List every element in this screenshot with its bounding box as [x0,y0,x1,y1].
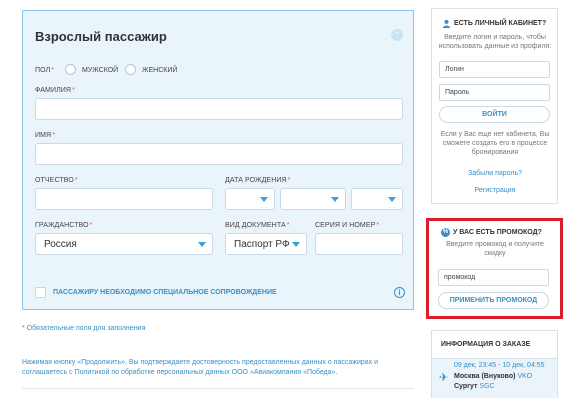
citizenship-select[interactable]: Россия [35,233,213,255]
birthdate-label: ДАТА РОЖДЕНИЯ* [225,177,291,184]
plane-icon: ✈ [439,372,449,384]
chevron-down-icon [331,197,339,202]
middlename-input[interactable] [35,188,213,210]
gender-female-label: ЖЕНСКИЙ [142,67,178,74]
chevron-down-icon [388,197,396,202]
doc-type-select[interactable]: Паспорт РФ [225,233,307,255]
promo-title: У ВАС ЕСТЬ ПРОМОКОД? [453,229,542,236]
login-input[interactable]: Логин [439,61,550,78]
collapse-icon[interactable]: ⌃ [391,29,403,41]
required-note: * Обязательные поля для заполнения [22,325,146,332]
promo-input[interactable]: промокод [438,269,549,286]
info-icon[interactable]: i [394,287,405,298]
gender-male-label: МУЖСКОЙ [82,67,119,74]
flight-dates: 09 дек, 23:45 - 10 дек, 04:55 [454,362,545,369]
login-title: ЕСТЬ ЛИЧНЫЙ КАБИНЕТ? [454,20,547,27]
doc-type-value: Паспорт РФ [234,239,290,250]
consent-text: Нажимая кнопку «Продолжить», Вы подтверж… [22,359,379,376]
doc-type-label: ВИД ДОКУМЕНТА* [225,222,290,229]
flight-origin: Москва (Внуково) VKO [454,373,533,380]
birth-month-select[interactable] [280,188,346,210]
order-body: ✈ 09 дек, 23:45 - 10 дек, 04:55 Москва (… [432,359,557,398]
promo-hint: Введите промокод и получите скидку [446,241,544,257]
chevron-down-icon [260,197,268,202]
order-title: ИНФОРМАЦИЯ О ЗАКАЗЕ [441,341,531,348]
order-info-card: ИНФОРМАЦИЯ О ЗАКАЗЕ ✈ 09 дек, 23:45 - 10… [431,330,558,398]
lastname-label: ФАМИЛИЯ* [35,87,75,94]
divider [22,388,414,389]
flight-destination: Сургут SGC [454,383,495,390]
chevron-down-icon [292,242,300,247]
passenger-title: Взрослый пассажир [35,29,167,44]
birth-year-select[interactable] [351,188,403,210]
gender-female-radio[interactable] [125,64,136,75]
order-header: ИНФОРМАЦИЯ О ЗАКАЗЕ [432,331,557,359]
escort-label[interactable]: ПАССАЖИРУ НЕОБХОДИМО СПЕЦИАЛЬНОЕ СОПРОВО… [53,289,277,296]
register-link[interactable]: Регистрация [436,187,554,194]
login-button[interactable]: ВОЙТИ [439,106,550,123]
firstname-input[interactable] [35,143,403,165]
forgot-password-link[interactable]: Забыли пароль? [436,170,554,177]
middlename-label: ОТЧЕСТВО* [35,177,78,184]
chevron-down-icon [198,242,206,247]
escort-checkbox[interactable] [35,287,46,298]
lastname-input[interactable] [35,98,403,120]
user-icon [442,19,451,28]
apply-promo-button[interactable]: ПРИМЕНИТЬ ПРОМОКОД [438,292,549,309]
promo-card: % У ВАС ЕСТЬ ПРОМОКОД? Введите промокод … [431,222,558,315]
adult-passenger-form: Взрослый пассажир ⌃ ПОЛ* МУЖСКОЙ ЖЕНСКИЙ… [22,10,414,310]
citizenship-value: Россия [44,239,77,250]
gender-male-radio[interactable] [65,64,76,75]
login-card: ЕСТЬ ЛИЧНЫЙ КАБИНЕТ? Введите логин и пар… [431,8,558,204]
firstname-label: ИМЯ* [35,132,56,139]
doc-number-input[interactable] [315,233,403,255]
no-account-text: Если у Вас еще нет кабинета, Вы сможете … [440,131,550,156]
gender-label: ПОЛ* [35,67,55,74]
escort-row: ПАССАЖИРУ НЕОБХОДИМО СПЕЦИАЛЬНОЕ СОПРОВО… [35,287,405,301]
citizenship-label: ГРАЖДАНСТВО* [35,222,93,229]
birth-day-select[interactable] [225,188,275,210]
doc-number-label: СЕРИЯ И НОМЕР* [315,222,380,229]
password-input[interactable]: Пароль [439,84,550,101]
percent-icon: % [441,228,450,237]
login-hint: Введите логин и пароль, чтобы использова… [438,34,552,50]
